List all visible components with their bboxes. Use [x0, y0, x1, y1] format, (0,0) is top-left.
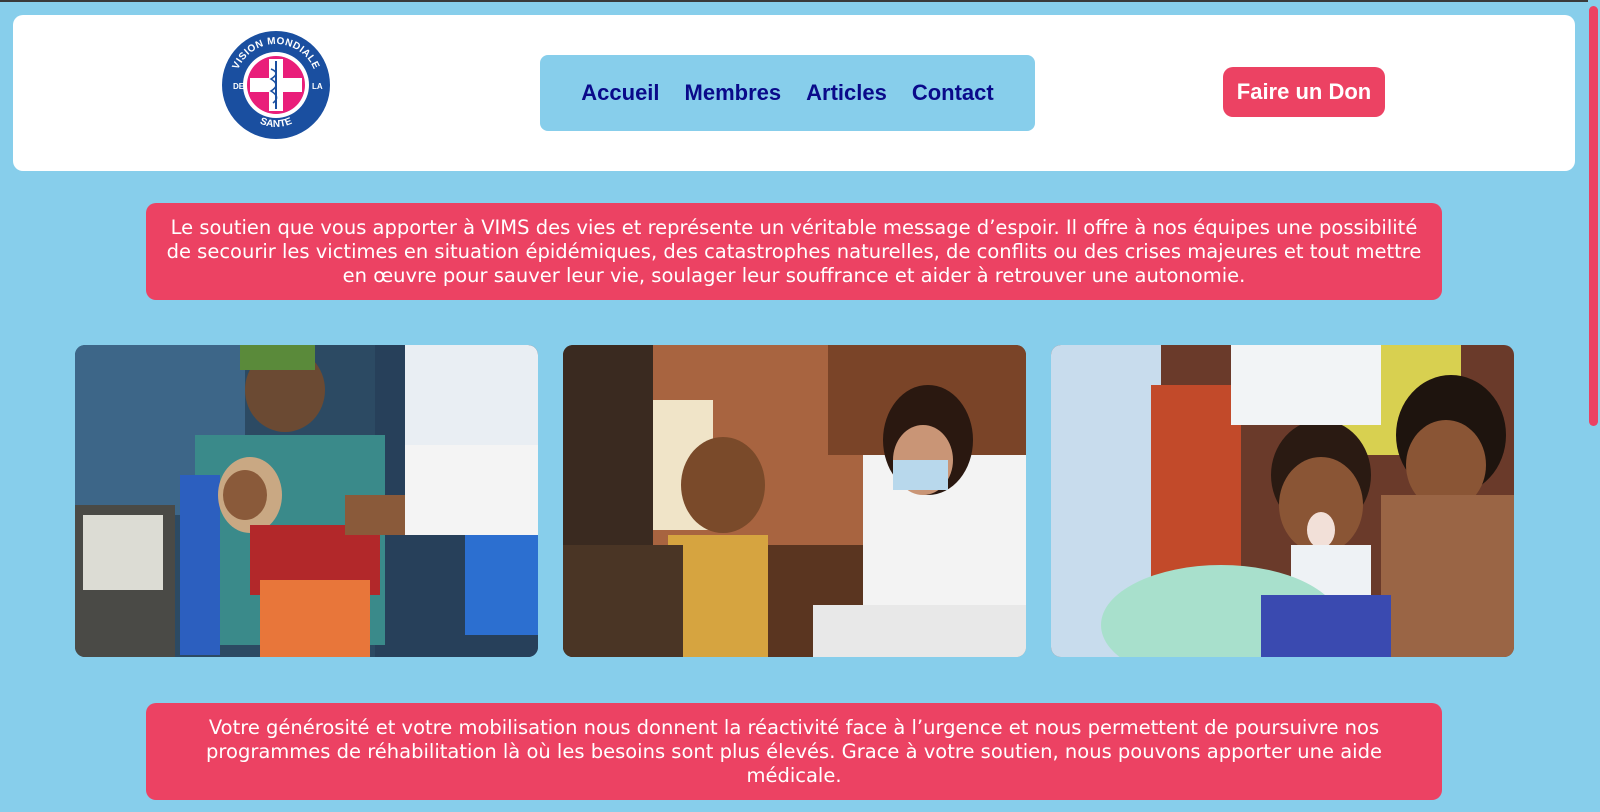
- logo-text-left: DE: [233, 82, 245, 91]
- nav-link-articles[interactable]: Articles: [806, 80, 887, 106]
- nav-link-membres[interactable]: Membres: [685, 80, 782, 106]
- nav-link-accueil[interactable]: Accueil: [581, 80, 659, 106]
- vims-logo[interactable]: VISION MONDIALE SANTE DE LA: [220, 29, 332, 141]
- donate-button[interactable]: Faire un Don: [1223, 67, 1385, 117]
- top-border: [0, 0, 1600, 2]
- photo-doctor-stethoscope: [563, 345, 1026, 657]
- generosity-message-banner: Votre générosité et votre mobilisation n…: [146, 703, 1442, 800]
- main-nav: Accueil Membres Articles Contact: [540, 55, 1035, 131]
- photo-mother-child-care: [75, 345, 538, 657]
- site-header: VISION MONDIALE SANTE DE LA Accueil Memb…: [13, 15, 1575, 171]
- nav-link-contact[interactable]: Contact: [912, 80, 994, 106]
- scrollbar-thumb[interactable]: [1589, 6, 1598, 426]
- support-message-banner: Le soutien que vous apporter à VIMS des …: [146, 203, 1442, 300]
- photo-child-dental-exam: [1051, 345, 1514, 657]
- logo-text-right: LA: [312, 82, 323, 91]
- logo-emblem: VISION MONDIALE SANTE DE LA: [222, 31, 330, 139]
